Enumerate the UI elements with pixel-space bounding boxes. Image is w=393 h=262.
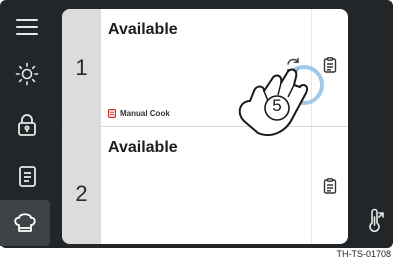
tap-gesture: 5 bbox=[232, 61, 342, 151]
lock-button[interactable] bbox=[8, 107, 46, 143]
slot-number: 2 bbox=[75, 181, 88, 206]
chef-hat-icon bbox=[14, 213, 36, 232]
cook-mode-text: Manual Cook bbox=[120, 109, 170, 118]
recipe-book-icon bbox=[19, 166, 36, 187]
oven-display: 1 Available Manual Cook 2 Available 5 bbox=[0, 0, 393, 248]
brightness-icon bbox=[15, 62, 39, 86]
recipe-icon bbox=[323, 178, 337, 194]
thermometer-probe-icon bbox=[369, 208, 384, 232]
slot-status: Available bbox=[108, 21, 178, 38]
gesture-step-number: 5 bbox=[272, 96, 282, 115]
cook-mode-label: Manual Cook bbox=[108, 109, 170, 118]
cooking-slots-panel: 1 Available Manual Cook 2 Available 5 bbox=[62, 9, 348, 244]
slot-status: Available bbox=[108, 139, 178, 156]
menu-icon bbox=[16, 19, 38, 35]
figure-code: TH-TS-01708 bbox=[336, 249, 391, 259]
probe-button[interactable] bbox=[367, 208, 387, 239]
chef-mode-button[interactable] bbox=[0, 200, 50, 246]
slot-number-column: 1 bbox=[62, 9, 101, 126]
slot-number-column: 2 bbox=[62, 127, 101, 244]
lock-icon bbox=[18, 114, 36, 136]
brightness-button[interactable] bbox=[8, 56, 46, 92]
slot-number: 1 bbox=[75, 55, 88, 80]
slot-recipe-button[interactable] bbox=[323, 178, 337, 199]
manual-cook-icon bbox=[108, 109, 116, 118]
menu-button[interactable] bbox=[8, 9, 46, 45]
recipe-book-button[interactable] bbox=[8, 158, 46, 194]
